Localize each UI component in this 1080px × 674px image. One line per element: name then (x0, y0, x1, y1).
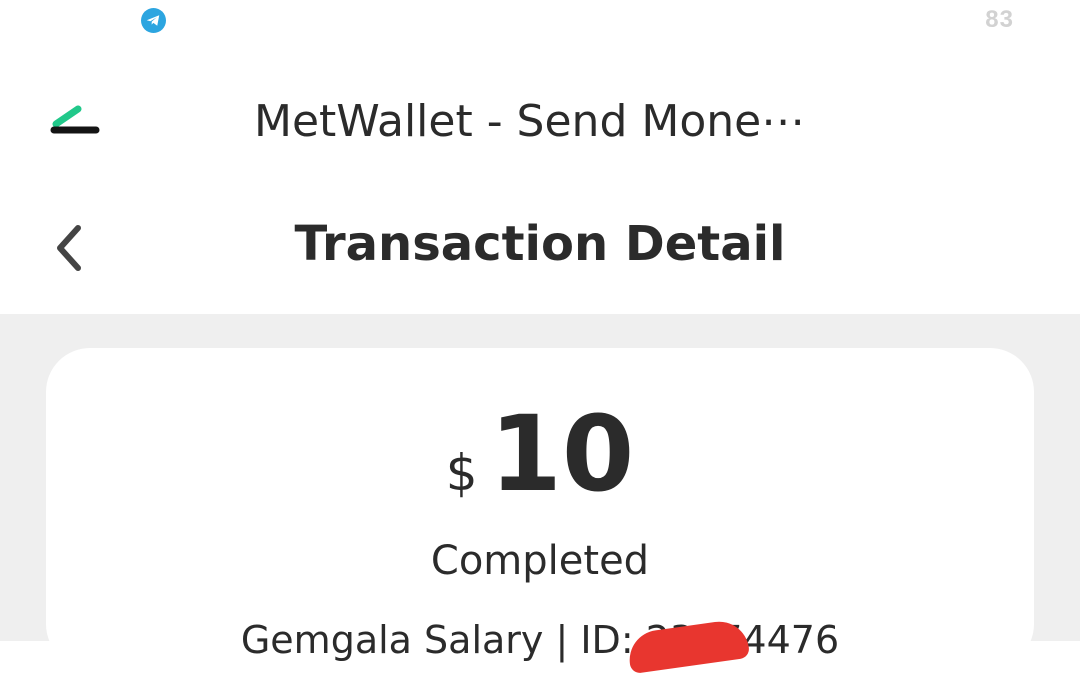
status-bar: 83 (0, 0, 1080, 44)
content-area: $10 Completed Gemgala Salary | ID: 23074… (0, 314, 1080, 674)
currency-symbol: $ (445, 444, 478, 502)
app-bar: MetWallet - Send Mone⋯ (0, 60, 1080, 190)
transaction-description: Gemgala Salary | ID: 23074476 (240, 618, 840, 662)
metwallet-logo-icon[interactable] (50, 104, 100, 138)
app-title: MetWallet - Send Mone⋯ (254, 96, 806, 147)
chevron-left-icon (57, 225, 81, 271)
amount-value: 10 (489, 393, 635, 515)
amount-row: $10 (46, 402, 1034, 506)
nav-header: Transaction Detail (0, 190, 1080, 314)
battery-level: 83 (985, 6, 1014, 33)
telegram-icon (141, 8, 166, 33)
transaction-status: Completed (430, 538, 650, 584)
back-button[interactable] (40, 218, 100, 278)
page-title: Transaction Detail (294, 216, 786, 272)
transaction-card: $10 Completed Gemgala Salary | ID: 23074… (46, 348, 1034, 668)
